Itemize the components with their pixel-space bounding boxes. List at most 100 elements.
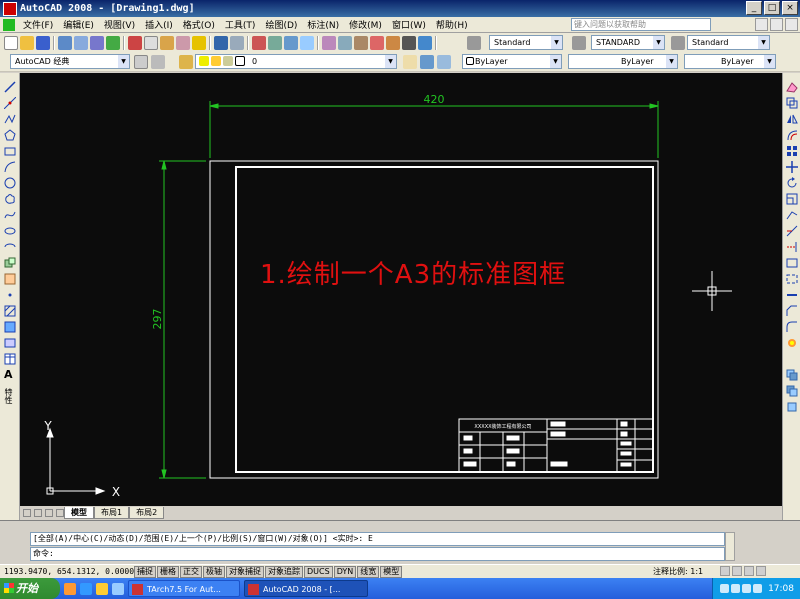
otrack-toggle[interactable]: 对象追踪 [265, 565, 303, 578]
tray-ime-icon[interactable] [731, 584, 741, 593]
join-icon[interactable] [786, 289, 798, 301]
spline-icon[interactable] [4, 209, 16, 221]
tab-last-arrow-icon[interactable] [56, 509, 64, 517]
annotation-visibility-icon[interactable] [720, 566, 730, 576]
doc-close-button[interactable] [785, 18, 798, 31]
polyline-icon[interactable] [4, 113, 16, 125]
properties-palette-label[interactable]: 特性 [3, 388, 14, 404]
text-style-icon[interactable] [467, 36, 481, 50]
tray-network-icon[interactable] [720, 584, 730, 593]
make-block-icon[interactable] [4, 273, 16, 285]
menu-format[interactable]: 格式(O) [178, 18, 220, 31]
trim-icon[interactable] [786, 225, 798, 237]
annotation-scale[interactable]: 注释比例: 1:1 [653, 566, 703, 577]
menu-help[interactable]: 帮助(H) [431, 18, 473, 31]
stretch-icon[interactable] [786, 209, 798, 221]
polygon-icon[interactable] [4, 129, 16, 141]
bring-to-front-icon[interactable] [786, 385, 798, 397]
restore-button[interactable]: □ [764, 1, 780, 15]
rotate-icon[interactable] [786, 177, 798, 189]
lineweight-control-select[interactable]: ByLayer [684, 54, 776, 69]
dyn-toggle[interactable]: DYN [333, 565, 357, 578]
undo-icon[interactable] [214, 35, 228, 50]
menu-edit[interactable]: 编辑(E) [58, 18, 99, 31]
dim-style-icon[interactable] [572, 36, 586, 50]
menu-draw[interactable]: 绘图(D) [260, 18, 302, 31]
quicklaunch-desktop-icon[interactable] [112, 582, 124, 595]
paste-icon[interactable] [160, 35, 174, 50]
grid-toggle[interactable]: 栅格 [157, 565, 179, 578]
print-icon[interactable] [58, 35, 72, 50]
lineweight-toggle[interactable]: 线宽 [357, 565, 380, 578]
save-icon[interactable] [36, 35, 50, 50]
open-file-icon[interactable] [20, 35, 34, 50]
send-to-back-icon[interactable] [786, 401, 798, 413]
menu-modify[interactable]: 修改(M) [344, 18, 387, 31]
rectangle-icon[interactable] [4, 145, 16, 157]
auto-scale-icon[interactable] [732, 566, 742, 576]
start-button[interactable]: 开始 [0, 578, 60, 599]
move-icon[interactable] [786, 161, 798, 173]
model-toggle[interactable]: 模型 [380, 565, 403, 578]
autocad-app-icon[interactable] [3, 1, 17, 16]
tray-volume-icon[interactable] [742, 584, 752, 593]
zoom-previous-icon[interactable] [300, 35, 314, 50]
tab-first-arrow-icon[interactable] [23, 509, 31, 517]
menu-insert[interactable]: 插入(I) [140, 18, 178, 31]
erase-icon[interactable] [786, 81, 798, 93]
gradient-icon[interactable] [4, 321, 16, 333]
layer-previous-icon[interactable] [420, 55, 434, 69]
match-properties-icon[interactable] [176, 35, 190, 50]
make-layer-current-icon[interactable] [403, 55, 417, 69]
scale-icon[interactable] [786, 193, 798, 205]
document-icon[interactable] [3, 18, 15, 31]
table-style-icon[interactable] [671, 36, 685, 50]
taskbar-item-autocad[interactable]: AutoCAD 2008 - [... [244, 580, 368, 597]
properties-icon[interactable] [322, 35, 336, 50]
close-button[interactable]: × [782, 1, 798, 15]
multiline-text-icon[interactable]: A [4, 369, 16, 381]
polar-toggle[interactable]: 极轴 [203, 565, 225, 578]
menu-view[interactable]: 视图(V) [99, 18, 140, 31]
block-editor-icon[interactable] [192, 35, 206, 50]
workspace-select[interactable]: AutoCAD 经典 [10, 54, 130, 69]
sheet-set-icon[interactable] [370, 35, 384, 50]
insert-block-icon[interactable] [4, 257, 16, 269]
taskbar-item-tarch[interactable]: TArch7.5 For Aut... [128, 580, 240, 597]
break-icon[interactable] [786, 273, 798, 285]
layer-states-icon[interactable] [437, 55, 451, 69]
quicklaunch-media-icon[interactable] [64, 582, 76, 595]
command-input[interactable]: 命令: [30, 547, 725, 561]
offset-icon[interactable] [786, 129, 798, 141]
arc-icon[interactable] [4, 161, 16, 173]
menu-tools[interactable]: 工具(T) [220, 18, 261, 31]
design-center-icon[interactable] [338, 35, 352, 50]
print-preview-icon[interactable] [74, 35, 88, 50]
ducs-toggle[interactable]: DUCS [304, 565, 333, 578]
cut-icon[interactable] [128, 35, 142, 50]
point-icon[interactable] [4, 289, 16, 301]
line-icon[interactable] [4, 81, 16, 93]
revision-cloud-icon[interactable] [4, 193, 16, 205]
minimize-button[interactable]: _ [746, 1, 762, 15]
dim-style-select[interactable]: STANDARD [591, 35, 665, 50]
hatch-icon[interactable] [4, 305, 16, 317]
drawing-canvas[interactable]: 420 297 XXXXX装饰工程有限公司 Y X 1.绘制一个A3的标准图框 [20, 73, 782, 506]
tab-prev-arrow-icon[interactable] [34, 509, 42, 517]
circle-icon[interactable] [4, 177, 16, 189]
new-file-icon[interactable] [4, 35, 18, 50]
osnap-toggle[interactable]: 对象捕捉 [226, 565, 264, 578]
ellipse-icon[interactable] [4, 225, 16, 237]
workspace-save-icon[interactable] [151, 55, 165, 69]
workspace-settings-icon[interactable] [134, 55, 148, 69]
cursor-coordinates[interactable]: 1193.9470, 654.1312, 0.0000 [0, 567, 134, 576]
command-scrollbar[interactable] [725, 532, 735, 561]
fillet-icon[interactable] [786, 321, 798, 333]
text-style-select[interactable]: Standard [489, 35, 563, 50]
publish-icon[interactable] [90, 35, 104, 50]
help-search-input[interactable]: 键入问题以获取帮助 [571, 18, 711, 31]
break-at-point-icon[interactable] [786, 257, 798, 269]
quicklaunch-ie-icon[interactable] [80, 582, 92, 595]
ellipse-arc-icon[interactable] [4, 241, 16, 253]
tab-layout2[interactable]: 布局2 [129, 507, 165, 519]
